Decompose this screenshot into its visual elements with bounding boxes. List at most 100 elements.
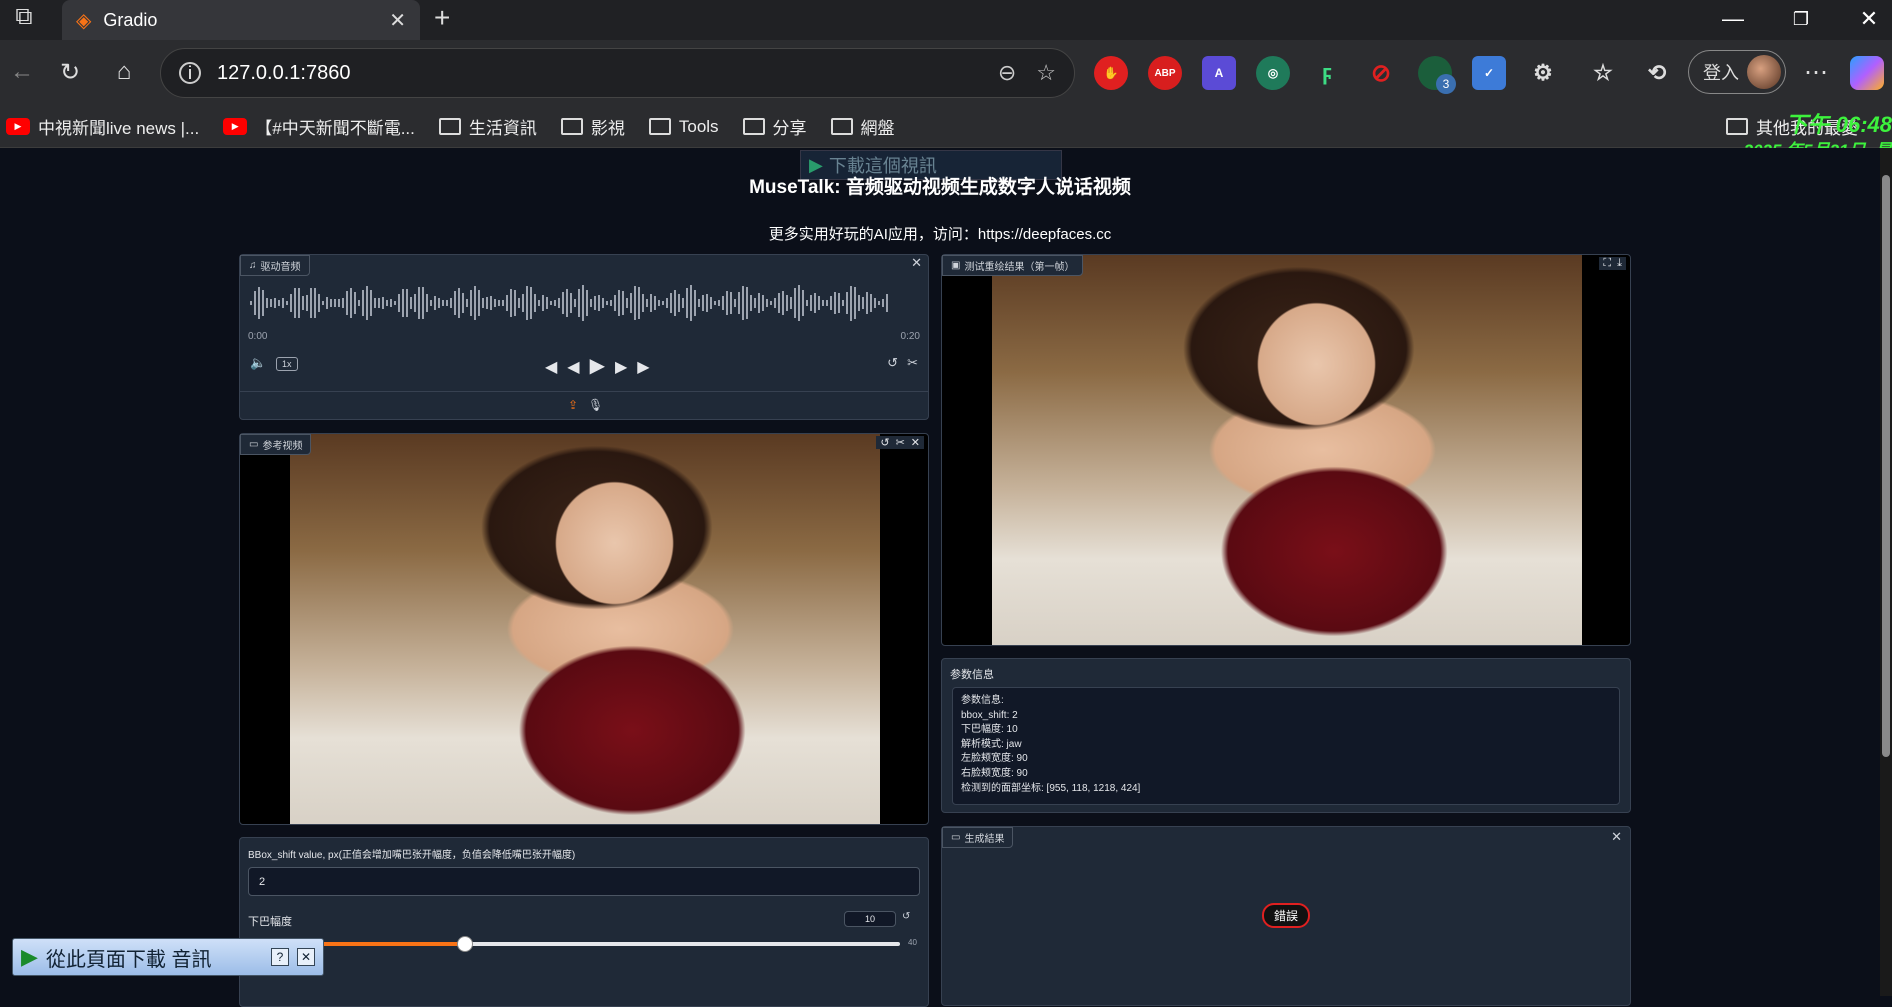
stop-hand-extension-icon[interactable]: ✋ — [1094, 56, 1128, 90]
waveform-bar — [834, 292, 836, 314]
copilot-icon[interactable] — [1850, 56, 1884, 90]
waveform-bar — [362, 290, 364, 316]
waveform-bar — [254, 290, 256, 316]
bookmark-item[interactable]: 網盤 — [830, 114, 895, 139]
workspaces-icon[interactable]: ⧉ — [2, 0, 46, 34]
waveform-bar — [506, 294, 508, 312]
waveform-bar — [474, 285, 476, 321]
extensions-puzzle-icon[interactable]: ⚙ — [1526, 56, 1560, 90]
waveform-bar — [482, 298, 484, 308]
address-bar[interactable]: i 127.0.0.1:7860 ⊖ ☆ — [160, 48, 1075, 98]
waveform-bar — [826, 300, 828, 306]
volume-icon[interactable]: 🔈 — [250, 355, 266, 371]
reference-video-frame[interactable] — [290, 434, 880, 824]
reset-slider-icon[interactable]: ↺ — [902, 911, 910, 922]
blue-extension-icon[interactable]: ✓ — [1472, 56, 1506, 90]
play-button-icon[interactable]: ▶ — [590, 355, 615, 377]
new-tab-icon[interactable]: + — [434, 2, 450, 34]
favorites-icon[interactable]: ☆ — [1586, 56, 1620, 90]
trim-video-icon[interactable]: ✂ — [896, 436, 905, 449]
waveform-bar — [650, 294, 652, 312]
close-tab-icon[interactable]: ✕ — [389, 8, 406, 33]
site-info-icon[interactable]: i — [179, 62, 201, 84]
preview-image[interactable] — [992, 255, 1582, 645]
close-download-bar-icon[interactable]: ✕ — [297, 948, 315, 966]
refresh-icon[interactable]: ↻ — [48, 50, 92, 94]
ref-video-label: ▭ 参考视频 — [240, 434, 312, 455]
shield-extension-icon[interactable]: A — [1202, 56, 1236, 90]
page-title: MuseTalk: 音频驱动视频生成数字人说话视频 — [749, 177, 1131, 198]
rewind-icon[interactable]: ◀◀ — [545, 359, 590, 376]
download-icon[interactable]: ⤓ — [1617, 257, 1622, 270]
colorful-extension-icon[interactable]: ◎ — [1256, 56, 1290, 90]
waveform-bar — [630, 293, 632, 313]
image-icon: ▣ — [951, 260, 961, 271]
back-icon[interactable]: ← — [0, 50, 44, 94]
scrollbar-thumb[interactable] — [1882, 175, 1890, 757]
clear-video-icon[interactable]: ✕ — [911, 436, 920, 449]
microphone-icon[interactable]: 🎙 — [588, 398, 603, 412]
upload-icon[interactable]: ⇪ — [568, 398, 578, 412]
waveform-bar — [698, 299, 700, 307]
waveform-bar — [806, 299, 808, 307]
waveform-bar — [422, 287, 424, 319]
bookmark-item[interactable]: ▶ 【#中天新聞不斷電... — [223, 114, 415, 139]
zoom-icon[interactable]: ⊖ — [998, 60, 1016, 86]
gradio-logo-icon: ◈ — [76, 9, 92, 32]
bookmark-item[interactable]: 影視 — [560, 114, 625, 139]
clear-audio-icon[interactable]: ✕ — [911, 255, 922, 271]
waveform-bar — [386, 300, 388, 306]
chin-slider-track[interactable] — [320, 936, 900, 952]
browser-tab[interactable]: ◈ Gradio ✕ — [62, 0, 420, 40]
params-textbox[interactable]: 参数信息: bbox_shift: 2 下巴幅度: 10 解析模式: jaw 左脸颊宽度… — [952, 687, 1620, 805]
chin-slider-thumb[interactable] — [457, 936, 473, 952]
waveform-bar — [514, 289, 516, 317]
block-extension-icon[interactable]: ⊘ — [1364, 56, 1398, 90]
home-icon[interactable]: ⌂ — [102, 50, 146, 94]
waveform-bar — [310, 287, 312, 319]
waveform-bar — [794, 288, 796, 318]
download-audio-bar[interactable]: ▶ 從此頁面下載 音訊 ? ✕ — [12, 938, 324, 976]
waveform-bar — [326, 297, 328, 309]
waveform-bar — [510, 289, 512, 317]
waveform-bar — [718, 300, 720, 306]
waveform-bar — [638, 286, 640, 320]
f-extension-icon[interactable]: ϝ — [1310, 56, 1344, 90]
audio-waveform[interactable] — [250, 283, 918, 323]
profile-button[interactable]: 登入 — [1688, 50, 1786, 94]
bookmark-label: Tools — [678, 116, 719, 136]
audio-label: ♫ 驱动音频 — [240, 255, 310, 276]
bbox-shift-input[interactable] — [248, 867, 920, 896]
playback-speed-button[interactable]: 1x — [276, 357, 298, 371]
bookmark-item[interactable]: ▶ 中視新聞live news |... — [6, 114, 199, 139]
waveform-bar — [498, 299, 500, 307]
restore-icon[interactable]: ❐ — [1778, 4, 1824, 34]
waveform-bar — [274, 298, 276, 308]
undo-icon[interactable]: ↺ — [880, 436, 889, 449]
fast-forward-icon[interactable]: ▶▶ — [615, 359, 660, 376]
adblock-plus-icon[interactable]: ABP — [1148, 56, 1182, 90]
waveform-bar — [742, 285, 744, 321]
chin-label: 下巴幅度 — [248, 916, 292, 928]
more-menu-icon[interactable]: ⋯ — [1794, 50, 1838, 94]
waveform-bar — [410, 296, 412, 310]
bookmark-item[interactable]: 生活資訊 — [438, 114, 537, 139]
bookmark-item[interactable]: 分享 — [742, 114, 807, 139]
waveform-bar — [570, 293, 572, 313]
bookmark-item[interactable]: Tools — [648, 116, 719, 137]
trim-audio-icon[interactable]: ✂ — [907, 355, 918, 371]
fullscreen-icon[interactable]: ⛶ — [1603, 257, 1611, 270]
waveform-bar — [450, 297, 452, 309]
chin-value-input[interactable] — [844, 911, 896, 927]
waveform-bar — [654, 295, 656, 311]
clear-result-icon[interactable]: ✕ — [1611, 829, 1622, 845]
waveform-bar — [622, 290, 624, 316]
waveform-bar — [866, 292, 868, 314]
reset-audio-icon[interactable]: ↺ — [887, 355, 898, 371]
history-icon[interactable]: ⟲ — [1640, 56, 1674, 90]
close-window-icon[interactable]: ✕ — [1846, 4, 1892, 34]
minimize-icon[interactable]: — — [1710, 4, 1756, 34]
favorite-star-icon[interactable]: ☆ — [1036, 60, 1056, 86]
help-icon[interactable]: ? — [271, 948, 289, 966]
waveform-bar — [690, 285, 692, 321]
